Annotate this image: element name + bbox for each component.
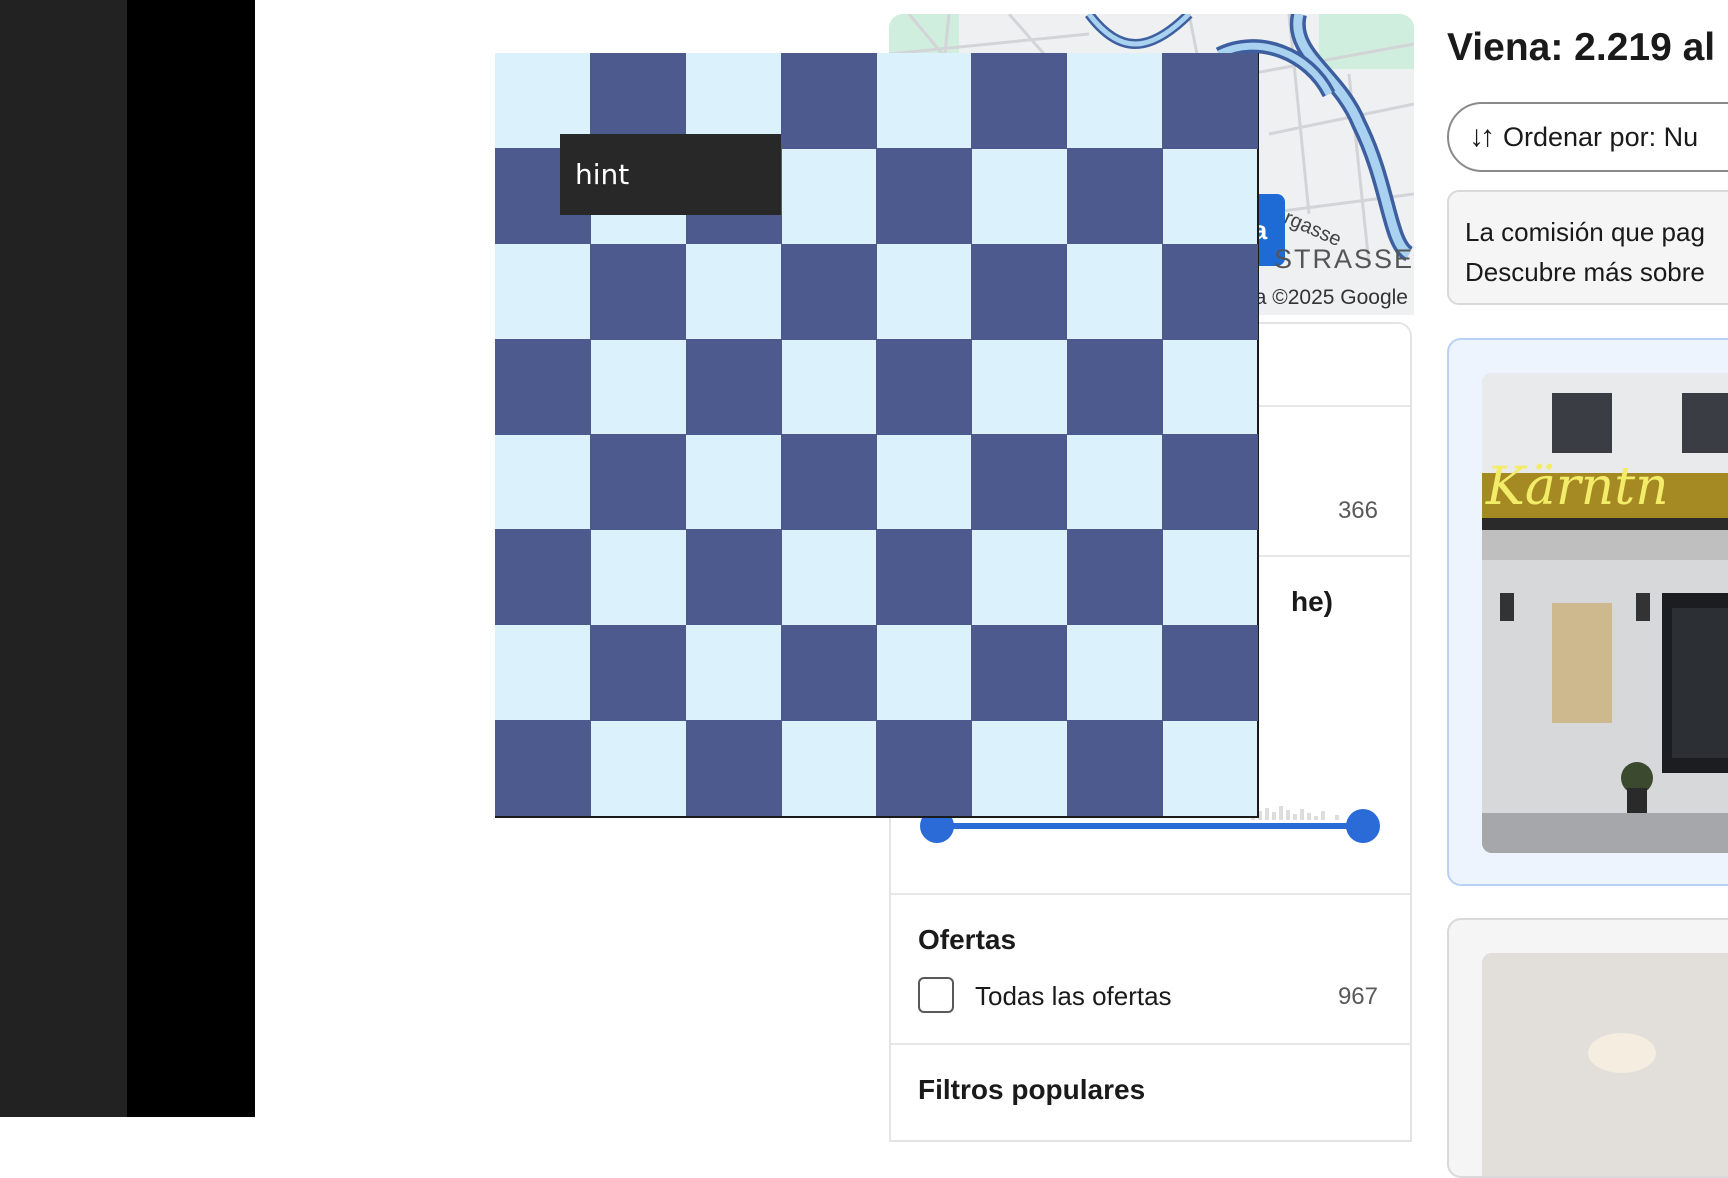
hint-tooltip: hint [560, 134, 781, 215]
all-offers-count: 967 [1337, 983, 1378, 1010]
board-square[interactable] [685, 338, 782, 435]
board-square[interactable] [590, 434, 687, 530]
map-credit[interactable]: a ©2025 Google [1255, 286, 1408, 310]
board-square[interactable] [971, 624, 1068, 721]
price-histogram [1251, 804, 1351, 820]
board-square[interactable] [495, 529, 591, 626]
offers-heading: Ofertas [918, 924, 1017, 955]
property-photo[interactable]: Kärntn [1482, 373, 1728, 853]
map-street-label: STRASSE [1273, 244, 1414, 274]
property-photo[interactable] [1482, 953, 1728, 1176]
board-square[interactable] [685, 719, 782, 816]
board-square[interactable] [780, 53, 877, 149]
sort-button[interactable]: ↓↑ Ordenar por: Nu [1447, 102, 1728, 172]
board-square[interactable] [876, 719, 972, 816]
room-interior-image [1482, 953, 1728, 1176]
results-title: Viena: 2.219 al [1447, 26, 1716, 69]
board-square[interactable] [780, 624, 877, 721]
board-square[interactable] [971, 243, 1068, 340]
board-square[interactable] [1066, 719, 1163, 816]
filter-count: 366 [1337, 497, 1378, 524]
board-square[interactable] [685, 529, 782, 626]
commission-notice: La comisión que pag Descubre más sobre [1447, 190, 1728, 305]
sort-button-label: Ordenar por: Nu [1503, 121, 1699, 152]
left-panel-black [127, 0, 255, 1117]
divider [891, 1043, 1410, 1045]
board-square[interactable] [1066, 529, 1163, 626]
board-square[interactable] [876, 529, 972, 626]
popular-filters-heading: Filtros populares [918, 1074, 1146, 1105]
all-offers-checkbox[interactable] [918, 977, 954, 1013]
left-panel-dark [0, 0, 127, 1117]
property-card[interactable]: Kärntn [1447, 338, 1728, 886]
price-slider-track[interactable] [936, 823, 1363, 829]
board-square[interactable] [495, 338, 591, 435]
board-square[interactable] [876, 338, 972, 435]
board-square[interactable] [1161, 53, 1258, 149]
notice-line: La comisión que pag [1465, 217, 1705, 247]
hotel-sign: Kärntn [1486, 457, 1669, 517]
board-square[interactable] [1066, 148, 1163, 245]
hotel-facade-image [1482, 373, 1728, 853]
board-square[interactable] [1161, 624, 1258, 721]
board-square[interactable] [876, 148, 972, 245]
board-square[interactable] [590, 243, 687, 340]
sort-arrows-icon: ↓↑ [1469, 120, 1495, 153]
board-square[interactable] [780, 243, 877, 340]
board-square[interactable] [1161, 434, 1258, 530]
board-square[interactable] [971, 53, 1068, 149]
board-square[interactable] [971, 434, 1068, 530]
notice-link-line[interactable]: Descubre más sobre [1465, 252, 1728, 292]
property-card[interactable] [1447, 918, 1728, 1178]
board-square[interactable] [780, 434, 877, 530]
price-slider-max-handle[interactable] [1346, 809, 1380, 843]
board-square[interactable] [1066, 338, 1163, 435]
divider [891, 893, 1410, 895]
all-offers-label[interactable]: Todas las ofertas [975, 981, 1172, 1012]
board-square[interactable] [495, 719, 591, 816]
budget-heading: he) [1291, 586, 1333, 617]
board-square[interactable] [1161, 243, 1258, 340]
board-square[interactable] [590, 624, 687, 721]
